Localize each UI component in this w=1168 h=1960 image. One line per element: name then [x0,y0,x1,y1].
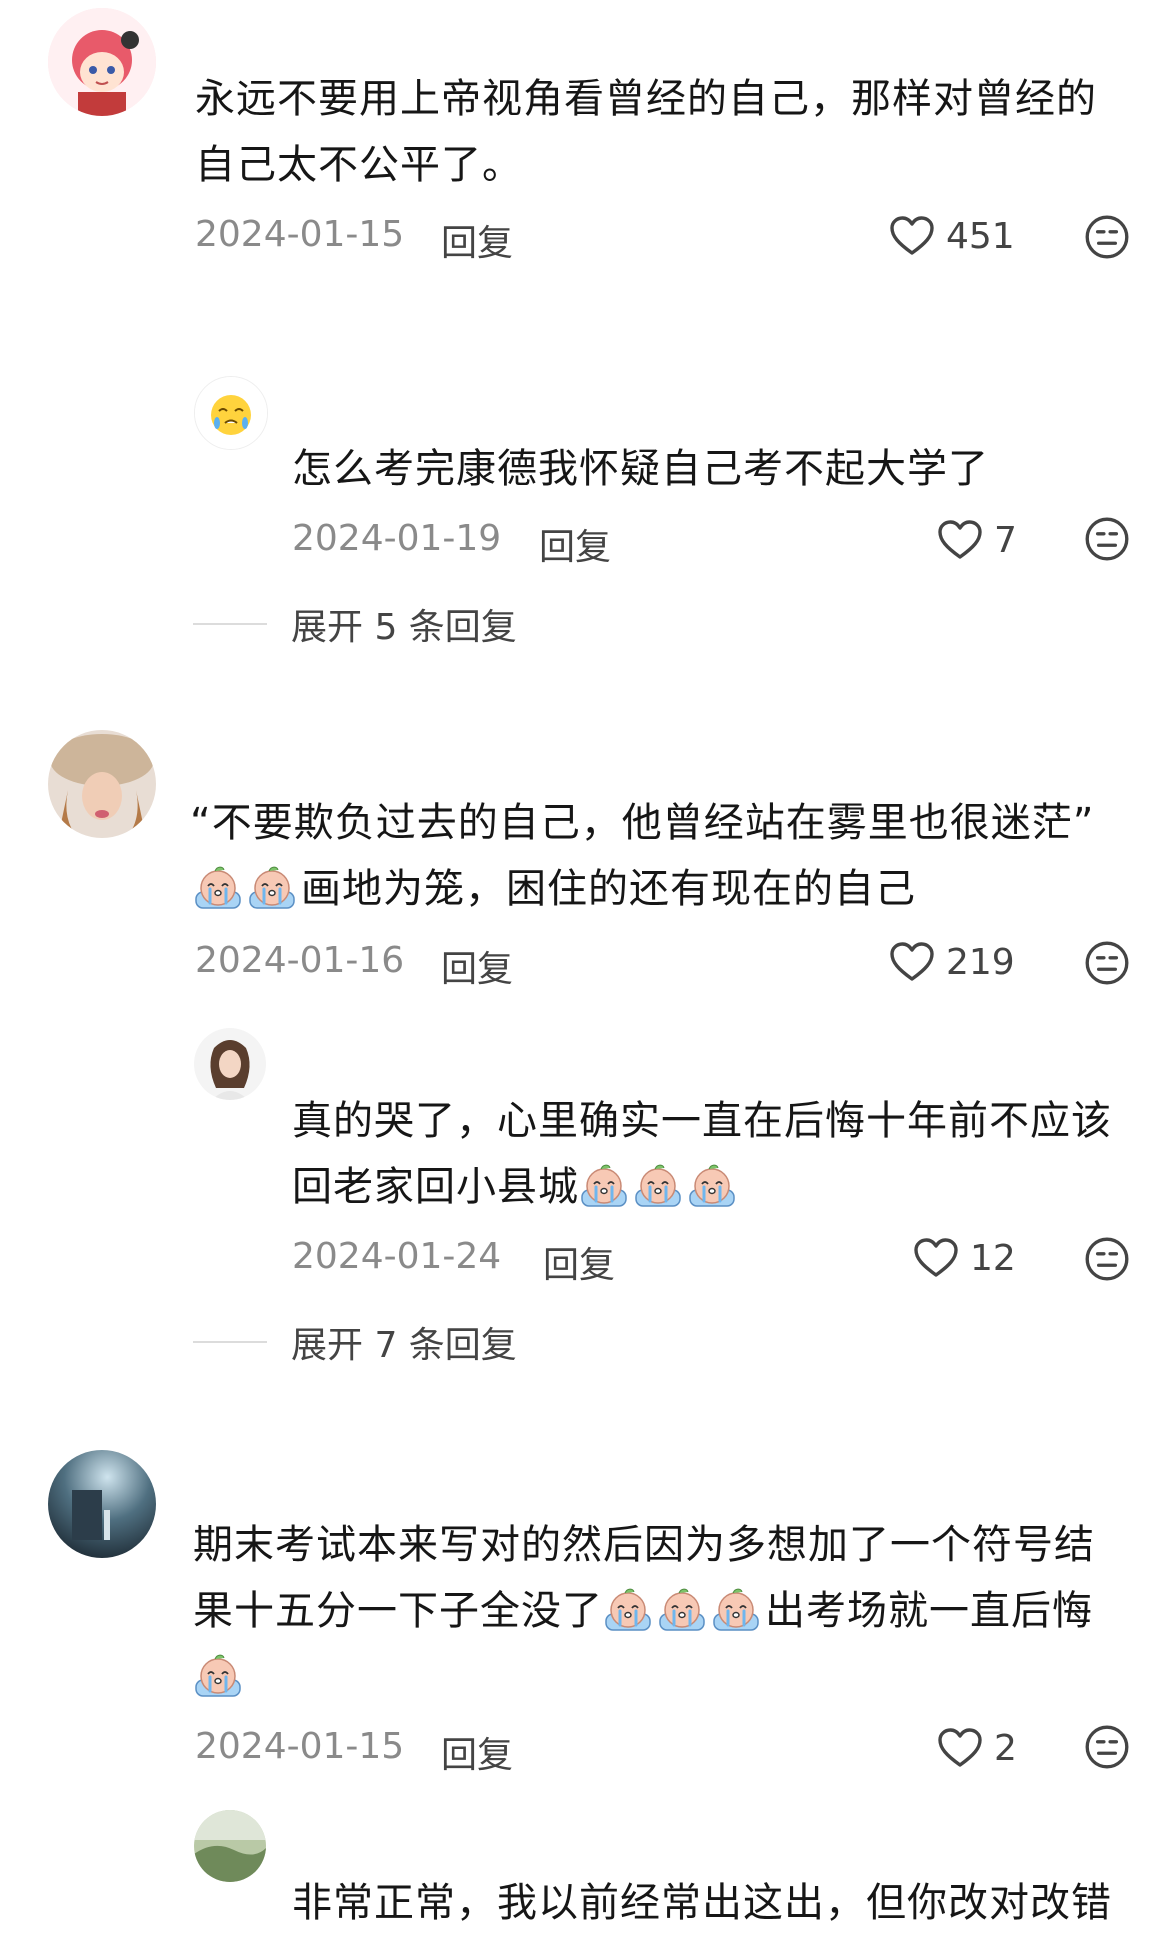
avatar[interactable] [48,730,156,838]
expand-replies-label: 展开 7 条回复 [291,1325,517,1366]
like-count: 7 [994,519,1017,561]
expand-replies-button[interactable]: 展开 7 条回复 [193,1316,517,1368]
comment-date: 2024-01-15 [195,1726,405,1767]
crying-sticker-icon [579,1160,629,1210]
crying-sticker-icon [687,1160,737,1210]
comment-text-line: 果十五分一下子全没了 出考场就一直后悔 [193,1578,1093,1644]
avatar[interactable] [48,8,156,116]
crying-sticker-icon [193,1650,243,1700]
like-button[interactable]: 7 [936,516,1017,564]
avatar[interactable] [48,1450,156,1558]
reply-date: 2024-01-19 [292,518,502,559]
like-count: 451 [946,215,1015,257]
comment-text-fragment: 出考场就一直后悔 [765,1588,1093,1634]
reply-text-fragment: 回老家回小县城 [292,1164,579,1210]
heart-outline-icon [888,212,936,260]
anime-girl-avatar-icon [48,8,156,116]
reply-date: 2024-01-24 [292,1236,502,1277]
reply-button[interactable]: 回复 [441,940,513,992]
comment-date: 2024-01-16 [195,940,405,981]
comment-text-fragment: 果十五分一下子全没了 [193,1588,603,1634]
like-count: 2 [994,1727,1017,1769]
comment-text-line: 期末考试本来写对的然后因为多想加了一个符号结 [193,1522,1095,1568]
crying-sticker-icon [657,1584,707,1634]
like-button[interactable]: 12 [912,1234,1016,1282]
avatar[interactable] [194,1028,266,1100]
heart-outline-icon [888,938,936,986]
girl-sketch-avatar-icon [194,1028,266,1100]
reply-button[interactable]: 回复 [539,518,611,570]
divider-line [193,623,267,625]
comment-date: 2024-01-15 [195,214,405,255]
heart-outline-icon [936,516,984,564]
avatar[interactable] [194,376,268,450]
heart-outline-icon [912,1234,960,1282]
comment-text-line: 永远不要用上帝视角看曾经的自己，那样对曾经的 [195,76,1097,122]
dark-scene-avatar-icon [48,1450,156,1558]
crying-sticker-icon [633,1160,683,1210]
meh-face-icon[interactable] [1082,1234,1132,1284]
avatar[interactable] [194,1810,266,1882]
comment-text-line: 画地为笼，困住的还有现在的自己 [193,856,916,922]
heart-outline-icon [936,1724,984,1772]
like-button[interactable]: 2 [936,1724,1017,1772]
like-count: 12 [970,1237,1016,1279]
crying-emoji-avatar-icon [195,377,267,449]
expand-replies-label: 展开 5 条回复 [291,607,517,648]
crying-sticker-icon [711,1584,761,1634]
landscape-avatar-icon [194,1810,266,1882]
meh-face-icon[interactable] [1082,938,1132,988]
like-button[interactable]: 219 [888,938,1015,986]
reply-button[interactable]: 回复 [543,1236,615,1288]
meh-face-icon[interactable] [1082,212,1132,262]
expand-replies-button[interactable]: 展开 5 条回复 [193,598,517,650]
like-count: 219 [946,941,1015,983]
comment-text-fragment: 画地为笼，困住的还有现在的自己 [301,866,916,912]
crying-sticker-icon [247,862,297,912]
meh-face-icon[interactable] [1082,1722,1132,1772]
woman-with-hat-avatar-icon [48,730,156,838]
crying-sticker-icon [193,862,243,912]
reply-button[interactable]: 回复 [441,214,513,266]
like-button[interactable]: 451 [888,212,1015,260]
crying-sticker-icon [603,1584,653,1634]
reply-text-line: 怎么考完康德我怀疑自己考不起大学了 [292,446,989,492]
comment-text-line [193,1644,247,1710]
reply-text-line: 回老家回小县城 [292,1154,741,1220]
reply-text-line: 真的哭了，心里确实一直在后悔十年前不应该 [292,1098,1112,1144]
reply-text-line: 非常正常，我以前经常出这出，但你改对改错 [292,1880,1112,1926]
comment-text-line: 自己太不公平了。 [195,142,523,188]
divider-line [193,1341,267,1343]
reply-button[interactable]: 回复 [441,1726,513,1778]
comment-text-line: “不要欺负过去的自己，他曾经站在雾里也很迷茫” [190,800,1095,846]
meh-face-icon[interactable] [1082,514,1132,564]
